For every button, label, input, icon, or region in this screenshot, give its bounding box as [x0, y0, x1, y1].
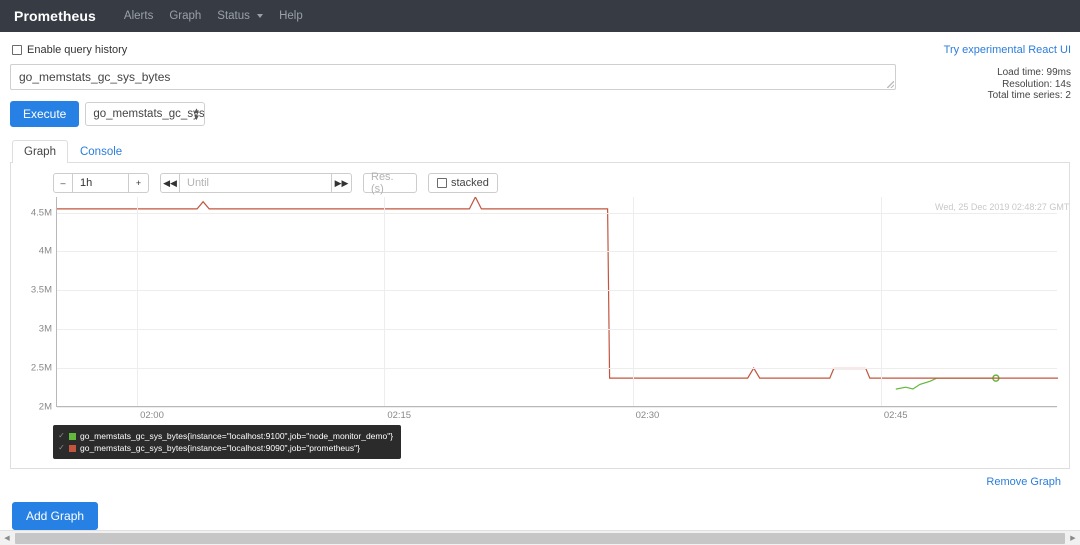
chart-xtick-label: 02:15 [387, 410, 412, 421]
brand-prometheus[interactable]: Prometheus [14, 8, 96, 24]
chart-legend: ✓ go_memstats_gc_sys_bytes{instance="loc… [53, 425, 402, 459]
resolution-input[interactable]: Res. (s) [363, 171, 417, 195]
step-forward-icon[interactable]: ▶▶ [332, 173, 352, 193]
scrollbar-thumb[interactable] [15, 532, 1065, 544]
stat-resolution: Resolution: 14s [1002, 78, 1071, 90]
remove-graph-link[interactable]: Remove Graph [986, 476, 1061, 488]
legend-label: go_memstats_gc_sys_bytes{instance="local… [80, 431, 394, 441]
page-body: Try experimental React UI Load time: 99m… [0, 32, 1080, 530]
chart-gridline-horizontal [57, 407, 1057, 408]
graph-console-tabs: Graph Console [10, 140, 1070, 163]
chart-ytick-label: 2M [38, 401, 52, 413]
legend-swatch [69, 444, 76, 452]
legend-item-node-monitor-demo[interactable]: ✓ go_memstats_gc_sys_bytes{instance="loc… [58, 430, 393, 442]
query-history-row: Enable query history [10, 32, 1070, 64]
chart-xtick-label: 02:00 [140, 410, 164, 421]
chart-gridline-horizontal [57, 290, 1057, 292]
chart-gridline-horizontal [57, 251, 1057, 253]
tab-console[interactable]: Console [68, 140, 134, 163]
chart-gridline-vertical [384, 197, 386, 406]
stacked-checkbox-box[interactable] [437, 178, 447, 188]
chart-series-line [57, 197, 1058, 379]
enable-query-history-checkbox[interactable] [12, 45, 22, 55]
nav-item-alerts-label: Alerts [123, 10, 154, 22]
metric-select[interactable]: go_memstats_gc_sys_byte ▲▼ [85, 102, 206, 126]
horizontal-scrollbar[interactable]: ◀ ▶ [0, 530, 1080, 545]
time-navigation: ◀◀ Until ▶▶ [160, 173, 352, 193]
stacked-checkbox[interactable]: stacked [428, 173, 498, 193]
nav-item-help[interactable]: Help [271, 10, 311, 22]
chart-series-line [895, 377, 996, 390]
enable-query-history-label: Enable query history [27, 44, 128, 56]
chart-gridline-horizontal [57, 212, 1057, 214]
scroll-left-arrow-icon[interactable]: ◀ [0, 534, 14, 542]
remove-graph-row: Remove Graph [10, 469, 1070, 488]
nav-item-status[interactable]: Status [209, 10, 271, 22]
add-graph-row: Add Graph [10, 488, 1070, 530]
select-spinner-icon: ▲ ▼ [192, 106, 201, 122]
add-graph-button[interactable]: Add Graph [12, 502, 99, 530]
legend-check-icon: ✓ [58, 431, 65, 440]
chart-gridline-vertical [137, 197, 139, 406]
step-backward-icon[interactable]: ◀◀ [160, 173, 180, 193]
try-react-ui-link[interactable]: Try experimental React UI [944, 44, 1071, 56]
stat-total-series: Total time series: 2 [987, 90, 1071, 101]
stacked-label: stacked [451, 177, 489, 189]
range-increase-button[interactable]: + [129, 173, 149, 193]
nav-item-status-label: Status [217, 10, 250, 22]
chart-ytick-label: 3M [38, 323, 52, 335]
chart-ytick-label: 4.5M [30, 207, 52, 219]
scroll-right-arrow-icon[interactable]: ▶ [1066, 534, 1080, 542]
chart-canvas[interactable]: 4.5M 4M 3.5M 3M 2.5M 2M 02:00 02:15 02:30 02:45 [31, 197, 1058, 421]
query-expression-input[interactable]: go_memstats_gc_sys_bytes [10, 64, 896, 90]
nav-item-alerts[interactable]: Alerts [116, 10, 161, 22]
nav-item-help-label: Help [279, 10, 303, 22]
range-decrease-button[interactable]: – [53, 173, 73, 193]
graph-panel: – 1h + ◀◀ Until ▶▶ Res. (s) stacked Wed,… [10, 163, 1070, 469]
tab-graph-label: Graph [24, 146, 56, 158]
chart-gridline-horizontal [57, 329, 1057, 331]
query-stats-panel: Try experimental React UI Load time: 99m… [944, 44, 1071, 102]
legend-swatch [69, 432, 76, 440]
until-input[interactable]: Until [180, 173, 332, 193]
range-input[interactable]: 1h [73, 173, 129, 193]
chart-ytick-label: 4M [38, 245, 52, 257]
nav-item-graph[interactable]: Graph [161, 10, 209, 22]
legend-item-prometheus[interactable]: ✓ go_memstats_gc_sys_bytes{instance="loc… [58, 442, 393, 454]
graph-controls: – 1h + ◀◀ Until ▶▶ Res. (s) stacked [11, 163, 1069, 195]
chevron-down-icon [257, 13, 264, 18]
chart-gridline-vertical [632, 197, 634, 406]
metric-select-value: go_memstats_gc_sys_byte [93, 108, 205, 120]
chart-svg [57, 197, 1058, 390]
chart-xtick-label: 02:30 [635, 410, 660, 421]
chart-ytick-label: 3.5M [30, 284, 52, 296]
tab-console-label: Console [79, 146, 123, 158]
query-stats: Load time: 99ms Resolution: 14s Total ti… [944, 67, 1071, 102]
chart-xtick-label: 02:45 [883, 410, 908, 421]
navbar: Prometheus Alerts Graph Status Help [0, 0, 1080, 32]
chart-gridline-vertical [880, 197, 882, 406]
legend-label: go_memstats_gc_sys_bytes{instance="local… [80, 443, 360, 453]
tab-graph[interactable]: Graph [12, 140, 68, 163]
execute-row: Execute go_memstats_gc_sys_byte ▲▼ [10, 101, 1070, 127]
plot-area: Wed, 25 Dec 2019 02:48:27 GMT 4.5M 4M 3.5M… [11, 197, 1069, 467]
chart-ytick-label: 2.5M [30, 362, 52, 374]
nav-item-graph-label: Graph [169, 10, 202, 22]
chart-gridline-horizontal [57, 368, 1057, 370]
range-stepper: – 1h + [53, 173, 149, 193]
execute-button[interactable]: Execute [10, 101, 80, 127]
legend-check-icon: ✓ [58, 443, 65, 452]
stat-load-time: Load time: 99ms [997, 67, 1071, 78]
